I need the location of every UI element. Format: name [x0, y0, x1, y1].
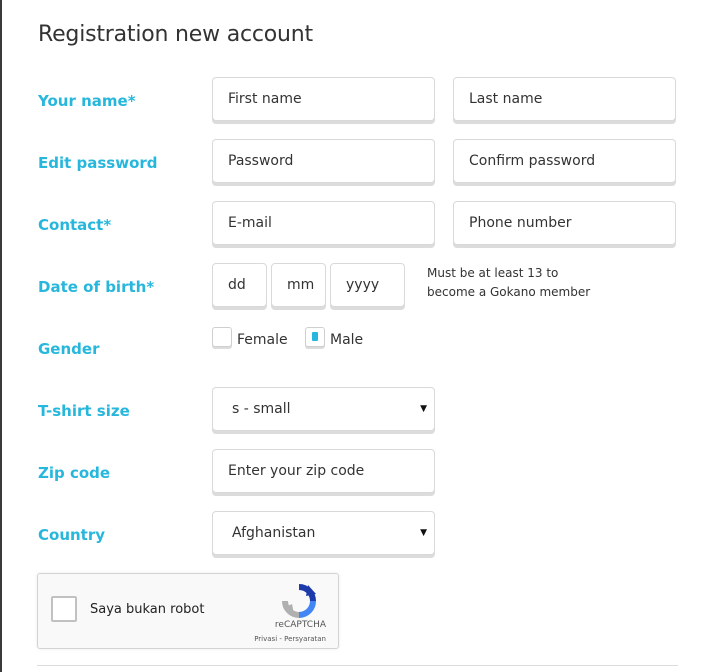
dropdown-arrow-icon: ▼ [420, 528, 427, 538]
recaptcha-widget: Saya bukan robot reCAPTCHA Privasi - Per… [37, 573, 339, 649]
gender-female-radio[interactable] [212, 327, 232, 347]
page-title: Registration new account [38, 22, 313, 47]
section-divider [37, 665, 678, 666]
country-select[interactable]: Afghanistan ▼ [212, 511, 435, 555]
tshirt-size-value: s - small [232, 401, 291, 417]
recaptcha-checkbox[interactable] [51, 596, 77, 622]
dob-note-line-2: become a Gokano member [427, 285, 591, 299]
label-your-name: Your name* [38, 92, 136, 110]
dob-day-input[interactable]: dd [212, 263, 267, 307]
recaptcha-label: Saya bukan robot [90, 602, 205, 617]
email-input[interactable]: E-mail [212, 201, 435, 245]
confirm-password-input[interactable]: Confirm password [453, 139, 676, 183]
label-edit-password: Edit password [38, 154, 158, 172]
zip-code-input[interactable]: Enter your zip code [212, 449, 435, 493]
dropdown-arrow-icon: ▼ [420, 404, 427, 414]
label-gender: Gender [38, 340, 100, 358]
first-name-input[interactable]: First name [212, 77, 435, 121]
label-zip-code: Zip code [38, 464, 111, 482]
country-value: Afghanistan [232, 525, 316, 541]
dob-note: Must be at least 13 to become a Gokano m… [427, 264, 590, 302]
label-tshirt-size: T-shirt size [38, 402, 130, 420]
label-country: Country [38, 526, 106, 544]
last-name-input[interactable]: Last name [453, 77, 676, 121]
radio-selected-indicator [312, 332, 318, 341]
gender-male-label: Male [330, 332, 364, 348]
recaptcha-privacy-terms-link[interactable]: Privasi - Persyaratan [254, 635, 326, 643]
tshirt-size-select[interactable]: s - small ▼ [212, 387, 435, 431]
gender-female-label: Female [237, 332, 288, 348]
password-input[interactable]: Password [212, 139, 435, 183]
dob-note-line-1: Must be at least 13 to [427, 266, 559, 280]
label-contact: Contact* [38, 216, 112, 234]
gender-male-radio[interactable] [305, 327, 325, 347]
phone-input[interactable]: Phone number [453, 201, 676, 245]
recaptcha-brand: reCAPTCHA [274, 620, 326, 630]
dob-month-input[interactable]: mm [271, 263, 326, 307]
window-left-border [0, 0, 2, 672]
recaptcha-logo-icon [282, 584, 316, 618]
label-date-of-birth: Date of birth* [38, 278, 155, 296]
dob-year-input[interactable]: yyyy [330, 263, 405, 307]
